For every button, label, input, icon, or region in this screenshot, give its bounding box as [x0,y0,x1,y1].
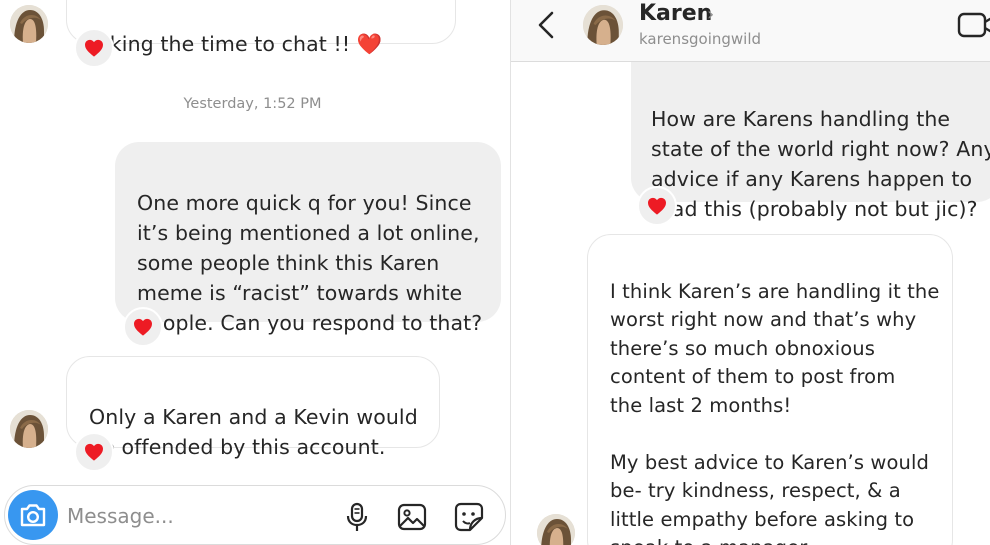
heart-icon [647,197,667,215]
gallery-button[interactable] [394,499,430,535]
message-input[interactable] [67,500,317,532]
heart-icon [133,318,153,336]
heart-icon [84,39,104,57]
header-avatar[interactable] [583,5,623,45]
sticker-icon [454,502,484,532]
heart-reaction[interactable] [74,432,114,472]
back-arrow-icon [538,11,554,39]
contact-avatar[interactable] [10,5,48,43]
message-text: How are Karens handling the state of the… [651,107,990,221]
message-text: One more quick q for you! Since it’s bei… [137,191,483,335]
contact-avatar[interactable] [10,410,48,448]
contact-username: karensgoingwild [639,30,762,48]
message-bubble-received-partial[interactable]: taking the time to chat !! ❤️ [66,0,456,56]
conversation-header: Karen › karensgoingwild [511,0,990,62]
message-text: I think Karen’s are handling it the wors… [610,279,940,545]
message-text: taking the time to chat !! ❤️ [89,32,383,56]
sticker-button[interactable] [451,499,487,535]
camera-icon [20,504,46,527]
contact-name[interactable]: Karen [639,1,712,26]
contact-avatar[interactable] [537,514,575,545]
camera-button[interactable] [8,490,58,540]
video-call-icon [957,12,990,38]
message-bubble-sent[interactable]: One more quick q for you! Since it’s bei… [115,142,501,335]
heart-reaction[interactable] [74,28,114,68]
message-composer [4,485,506,545]
heart-icon [84,443,104,461]
right-conversation-panel: Karen › karensgoingwild How are Karens h… [510,0,990,545]
message-text: Only a Karen and a Kevin would be offend… [89,405,418,459]
message-timestamp: Yesterday, 1:52 PM [183,96,322,112]
heart-reaction[interactable] [123,307,163,347]
back-button[interactable] [531,8,561,42]
message-bubble-sent[interactable]: How are Karens handling the state of the… [631,62,990,221]
video-call-button[interactable] [957,10,990,40]
gallery-icon [397,503,427,531]
microphone-icon [346,502,368,531]
chevron-right-icon[interactable]: › [707,4,714,25]
message-bubble-received[interactable]: Only a Karen and a Kevin would be offend… [66,356,440,459]
voice-message-button[interactable] [339,499,375,535]
message-bubble-received[interactable]: I think Karen’s are handling it the wors… [587,234,953,545]
heart-reaction[interactable] [637,186,677,226]
left-conversation-panel: taking the time to chat !! ❤️ Yesterday,… [0,0,510,545]
